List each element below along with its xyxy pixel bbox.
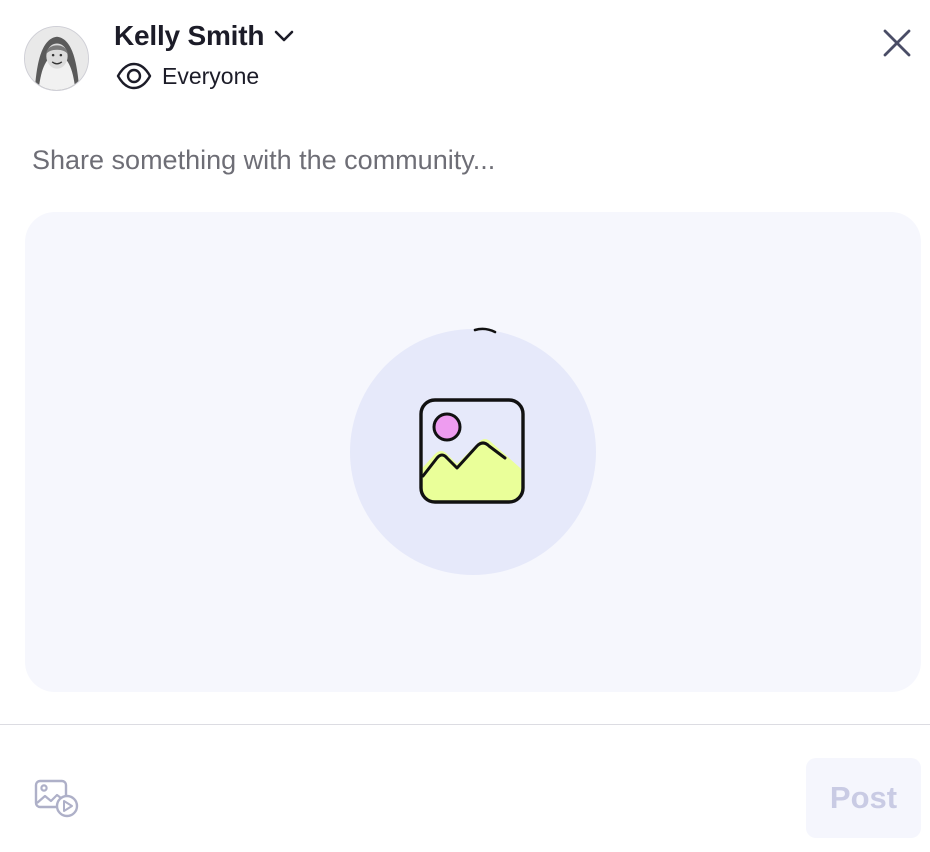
add-media-button[interactable] — [32, 776, 80, 820]
post-text-input[interactable] — [32, 138, 892, 182]
user-selector[interactable]: Kelly Smith — [114, 20, 294, 52]
audience-selector[interactable]: Everyone — [116, 62, 259, 90]
close-icon — [883, 29, 911, 57]
media-dropzone[interactable] — [25, 212, 921, 692]
eye-icon — [116, 62, 152, 90]
avatar[interactable] — [24, 26, 89, 91]
add-media-icon — [34, 779, 79, 818]
close-button[interactable] — [878, 24, 916, 62]
audience-label: Everyone — [162, 62, 260, 89]
user-name: Kelly Smith — [114, 20, 265, 51]
post-button[interactable]: Post — [806, 758, 921, 838]
image-icon — [419, 398, 525, 504]
loading-spinner-icon — [473, 327, 497, 334]
footer-divider — [0, 724, 930, 725]
chevron-down-icon — [274, 29, 294, 43]
create-post-dialog: Kelly Smith Everyone Share something wit… — [0, 0, 930, 852]
